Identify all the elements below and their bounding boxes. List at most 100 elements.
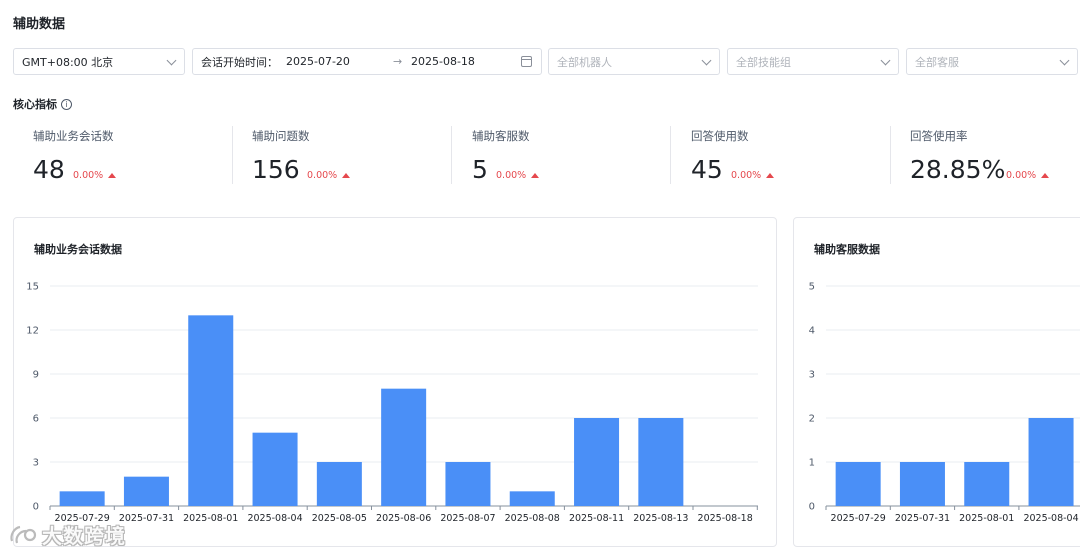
x-tick-label: 2025-08-01 xyxy=(959,513,1014,524)
y-tick-label: 2 xyxy=(809,414,815,425)
kpi-assist-agents: 辅助客服数 5 0.00% xyxy=(472,128,692,186)
skill-group-select[interactable]: 全部技能组 xyxy=(727,48,899,75)
y-tick-label: 3 xyxy=(809,370,815,381)
y-tick-label: 0 xyxy=(809,502,815,513)
kpi-label: 辅助问题数 xyxy=(252,129,310,143)
robot-select-placeholder: 全部机器人 xyxy=(557,55,612,69)
timezone-value: GMT+08:00 北京 xyxy=(22,55,114,69)
assist-session-bar-chart: 036912152025-07-29 2025-07-31 2025-08-01 20… xyxy=(26,282,758,524)
page-title: 辅助数据 xyxy=(13,17,66,32)
assist-agent-chart-card: 辅助客服数据 0 1 2 3 4 5 2025-07-29 2025-07-31 2025-08… xyxy=(793,217,1080,547)
watermark-logo-icon xyxy=(10,525,37,543)
kpi-delta: 0.00% xyxy=(73,170,117,181)
kpi-value: 45 xyxy=(691,155,723,184)
x-tick-label: 2025-07-31 xyxy=(119,513,174,524)
bar xyxy=(316,462,362,506)
kpi-divider xyxy=(232,126,233,184)
robot-select[interactable]: 全部机器人 xyxy=(548,48,720,75)
date-range-label: 会话开始时间： xyxy=(201,55,278,69)
core-metrics-title: 核心指标 i xyxy=(13,96,72,112)
calendar-icon xyxy=(521,56,532,67)
trend-up-icon xyxy=(531,173,540,178)
watermark: 大数跨境 xyxy=(8,520,126,549)
kpi-divider xyxy=(890,126,891,184)
kpi-label: 回答使用率 xyxy=(910,129,968,143)
chevron-down-icon xyxy=(166,55,177,66)
bar xyxy=(188,315,234,506)
assist-agent-bar-chart: 0 1 2 3 4 5 2025-07-29 2025-07-31 2025-08-01 2025… xyxy=(809,282,1080,524)
y-tick-label: 1 xyxy=(809,458,815,469)
watermark-text: 大数跨境 xyxy=(42,524,126,548)
kpi-delta: 0.00% xyxy=(731,170,775,181)
kpi-assist-sessions: 辅助业务会话数 48 0.00% xyxy=(33,128,253,186)
bar xyxy=(123,476,169,506)
bar xyxy=(835,462,881,506)
bar xyxy=(381,388,427,506)
bar xyxy=(899,462,945,506)
kpi-delta-value: 0.00% xyxy=(1006,170,1037,181)
bar xyxy=(1028,418,1074,506)
assist-session-chart-card: 辅助业务会话数据 0 3 6 9 12 15 2025-07-29 2025-07-31 202… xyxy=(13,217,777,547)
kpi-divider xyxy=(670,126,671,184)
kpi-delta-value: 0.00% xyxy=(307,170,338,181)
x-tick-label: 2025-08-04 xyxy=(1023,513,1078,524)
core-metrics-title-text: 核心指标 xyxy=(13,98,57,111)
y-tick-label: 4 xyxy=(809,326,815,337)
y-tick-label: 5 xyxy=(809,282,815,293)
y-tick-label: 15 xyxy=(26,282,39,293)
kpi-value: 28.85% xyxy=(910,155,1006,184)
x-tick-label: 2025-08-07 xyxy=(440,513,495,524)
date-start[interactable]: 2025-07-20 xyxy=(286,55,350,68)
kpi-delta-value: 0.00% xyxy=(73,170,104,181)
y-tick-label: 0 xyxy=(33,502,39,513)
x-tick-label: 2025-08-11 xyxy=(569,513,624,524)
kpi-value: 48 xyxy=(33,155,65,184)
kpi-value: 156 xyxy=(252,155,300,184)
x-tick-label: 2025-08-18 xyxy=(698,513,753,524)
x-tick-label: 2025-07-29 xyxy=(831,513,886,524)
x-tick-label: 2025-08-06 xyxy=(376,513,431,524)
x-tick-label: 2025-08-01 xyxy=(183,513,238,524)
y-tick-label: 6 xyxy=(33,414,39,425)
x-tick-label: 2025-08-13 xyxy=(633,513,688,524)
y-tick-label: 12 xyxy=(26,326,39,337)
x-tick-label: 2025-07-31 xyxy=(895,513,950,524)
bar xyxy=(574,418,620,506)
bar xyxy=(509,491,555,506)
bar xyxy=(59,491,105,506)
x-tick-label: 2025-08-08 xyxy=(505,513,560,524)
timezone-select[interactable]: GMT+08:00 北京 xyxy=(13,48,185,75)
kpi-delta-value: 0.00% xyxy=(496,170,527,181)
y-tick-label: 9 xyxy=(33,370,39,381)
kpi-delta: 0.00% xyxy=(307,170,351,181)
bar xyxy=(252,432,298,506)
trend-up-icon xyxy=(1041,173,1050,178)
trend-up-icon xyxy=(108,173,117,178)
date-range-picker[interactable]: 会话开始时间： 2025-07-20 → 2025-08-18 xyxy=(192,48,542,75)
kpi-label: 回答使用数 xyxy=(691,129,749,143)
bar xyxy=(638,418,684,506)
kpi-delta: 0.00% xyxy=(1006,170,1050,181)
kpi-assist-questions: 辅助问题数 156 0.00% xyxy=(252,128,472,186)
arrow-right-icon: → xyxy=(393,55,403,68)
chevron-down-icon xyxy=(1059,55,1070,66)
bar xyxy=(445,462,491,506)
kpi-label: 辅助客服数 xyxy=(472,129,530,143)
kpi-divider xyxy=(451,126,452,184)
kpi-answer-used: 回答使用数 45 0.00% xyxy=(691,128,911,186)
chevron-down-icon xyxy=(701,55,712,66)
x-tick-label: 2025-08-05 xyxy=(312,513,367,524)
x-tick-label: 2025-08-04 xyxy=(247,513,302,524)
info-icon[interactable]: i xyxy=(61,98,72,110)
chevron-down-icon xyxy=(880,55,891,66)
bar xyxy=(964,462,1010,506)
kpi-delta-value: 0.00% xyxy=(731,170,762,181)
kpi-value: 5 xyxy=(472,155,488,184)
skill-group-select-placeholder: 全部技能组 xyxy=(736,55,791,69)
kpi-answer-usage-rate: 回答使用率 28.85% 0.00% xyxy=(910,128,1080,186)
agent-select[interactable]: 全部客服 xyxy=(906,48,1078,75)
trend-up-icon xyxy=(342,173,351,178)
date-end[interactable]: 2025-08-18 xyxy=(411,55,475,68)
trend-up-icon xyxy=(766,173,775,178)
agent-select-placeholder: 全部客服 xyxy=(915,55,959,69)
